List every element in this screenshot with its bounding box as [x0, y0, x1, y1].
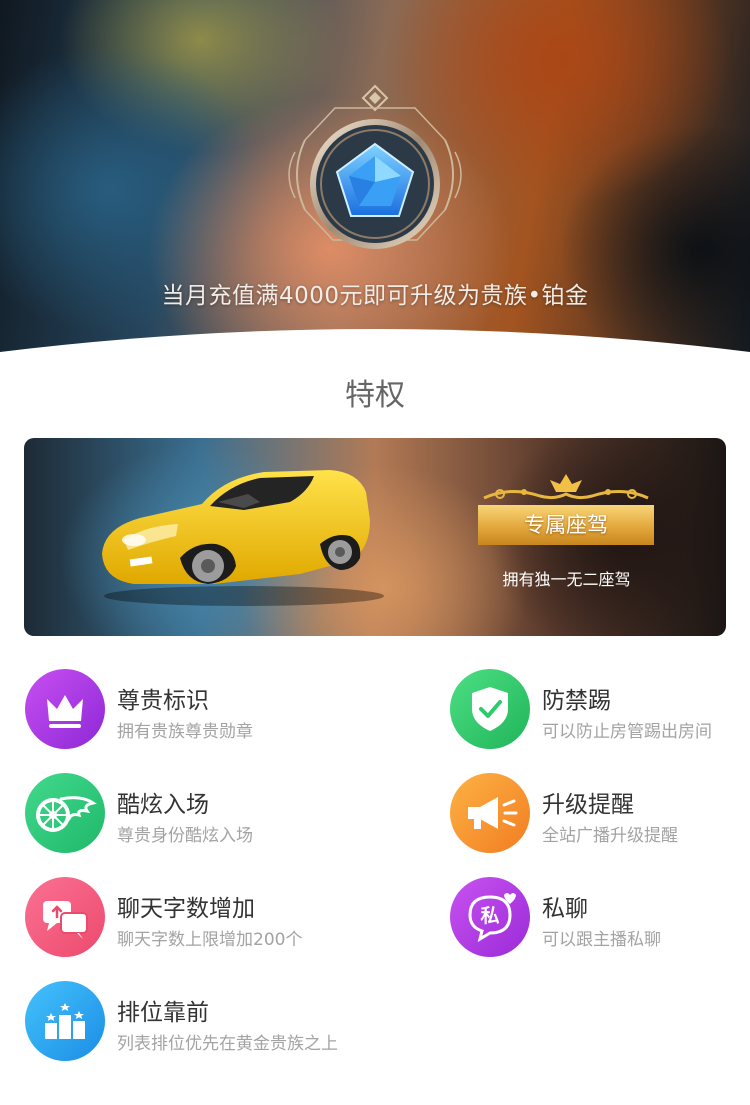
feature-title: 私聊: [542, 896, 588, 922]
feature-title: 排位靠前: [117, 1000, 209, 1026]
shield-check-icon: [450, 669, 530, 749]
feature-ranking-priority[interactable]: 排位靠前 列表排位优先在黄金贵族之上: [25, 981, 355, 1065]
feature-private-chat[interactable]: 私 私聊 可以跟主播私聊: [450, 877, 750, 961]
megaphone-icon: [450, 773, 530, 853]
feature-desc: 聊天字数上限增加200个: [117, 930, 303, 950]
feature-desc: 列表排位优先在黄金贵族之上: [117, 1034, 338, 1054]
exclusive-car-banner[interactable]: 专属座驾 拥有独一无二座驾: [24, 438, 726, 636]
crown-icon: [25, 669, 105, 749]
feature-upgrade-reminder[interactable]: 升级提醒 全站广播升级提醒: [450, 773, 750, 857]
feature-anti-kick[interactable]: 防禁踢 可以防止房管踢出房间: [450, 669, 750, 753]
ranking-podium-icon: [25, 981, 105, 1061]
feature-title: 聊天字数增加: [117, 896, 255, 922]
feature-title: 酷炫入场: [117, 792, 209, 818]
flaming-wheel-icon: [25, 773, 105, 853]
feature-title: 防禁踢: [542, 688, 611, 714]
feature-desc: 拥有贵族尊贵勋章: [117, 722, 253, 742]
feature-noble-badge[interactable]: 尊贵标识 拥有贵族尊贵勋章: [25, 669, 355, 753]
private-chat-icon: 私: [450, 877, 530, 957]
private-chat-badge: 私: [480, 905, 500, 927]
feature-title: 升级提醒: [542, 792, 634, 818]
exclusive-car-subtitle: 拥有独一无二座驾: [502, 570, 631, 589]
feature-chat-length[interactable]: 聊天字数增加 聊天字数上限增加200个: [25, 877, 355, 961]
gold-ornament-icon: [483, 474, 649, 500]
privileges-title: 特权: [345, 378, 405, 413]
sports-car-icon: [102, 470, 384, 606]
feature-cool-entrance[interactable]: 酷炫入场 尊贵身份酷炫入场: [25, 773, 355, 857]
chat-bubbles-icon: [25, 877, 105, 957]
hero-banner: 当月充值满4000元即可升级为贵族•铂金: [0, 0, 750, 360]
hero-curve-divider: [0, 329, 750, 360]
feature-desc: 全站广播升级提醒: [542, 826, 678, 846]
feature-desc: 尊贵身份酷炫入场: [117, 826, 253, 846]
feature-desc: 可以跟主播私聊: [542, 930, 661, 950]
feature-title: 尊贵标识: [117, 688, 209, 714]
exclusive-car-label: 专属座驾: [478, 505, 654, 545]
feature-desc: 可以防止房管踢出房间: [542, 722, 712, 742]
